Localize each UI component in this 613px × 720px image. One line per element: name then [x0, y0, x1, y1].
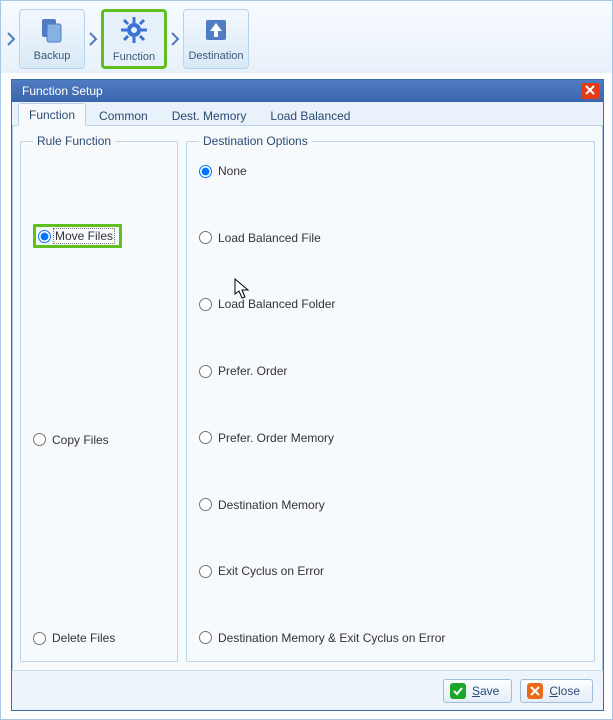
radio-label: Prefer. Order Memory	[218, 431, 334, 445]
breadcrumb-function[interactable]: Function	[101, 9, 167, 69]
radio-label: Destination Memory & Exit Cyclus on Erro…	[218, 631, 445, 645]
dialog-tabs: Function Common Dest. Memory Load Balanc…	[12, 102, 603, 126]
tab-dest-memory[interactable]: Dest. Memory	[161, 104, 258, 126]
radio-label: Move Files	[53, 228, 115, 244]
radio-input[interactable]	[199, 231, 212, 244]
radio-dest-prefer-order[interactable]: Prefer. Order	[199, 364, 584, 378]
group-legend: Rule Function	[33, 134, 115, 148]
radio-dest-destination-memory[interactable]: Destination Memory	[199, 498, 584, 512]
chevron-right-icon	[5, 9, 17, 69]
radio-input[interactable]	[38, 230, 51, 243]
breadcrumb-backup[interactable]: Backup	[19, 9, 85, 69]
breadcrumb-label: Destination	[188, 50, 243, 62]
radio-input[interactable]	[199, 498, 212, 511]
radio-dest-lb-folder[interactable]: Load Balanced Folder	[199, 297, 584, 311]
upload-icon	[202, 16, 230, 47]
tab-label: Load Balanced	[270, 109, 350, 123]
tab-common[interactable]: Common	[88, 104, 159, 126]
dialog-title: Function Setup	[22, 84, 103, 98]
tab-label: Function	[29, 108, 75, 122]
radio-label: Delete Files	[52, 631, 115, 645]
radio-move-files[interactable]: Move Files	[33, 224, 167, 248]
copy-icon	[38, 16, 66, 47]
tab-load-balanced[interactable]: Load Balanced	[259, 104, 361, 126]
app-root: Backup Function	[0, 0, 613, 720]
radio-dest-none[interactable]: None	[199, 164, 584, 178]
radio-input[interactable]	[199, 565, 212, 578]
gear-icon	[119, 15, 149, 48]
group-legend: Destination Options	[199, 134, 312, 148]
button-label: Close	[549, 684, 580, 698]
radio-input[interactable]	[33, 632, 46, 645]
dialog-footer: Save Close	[12, 670, 603, 710]
tab-label: Common	[99, 109, 148, 123]
radio-label: Load Balanced Folder	[218, 297, 335, 311]
dialog-titlebar: Function Setup	[12, 80, 603, 102]
chevron-right-icon	[87, 9, 99, 69]
tab-function[interactable]: Function	[18, 103, 86, 126]
close-icon	[585, 84, 595, 98]
radio-label: Load Balanced File	[218, 231, 321, 245]
breadcrumb-destination[interactable]: Destination	[183, 9, 249, 69]
radio-dest-exit-cyclus[interactable]: Exit Cyclus on Error	[199, 564, 584, 578]
radio-dest-memory-exit-cyclus[interactable]: Destination Memory & Exit Cyclus on Erro…	[199, 631, 584, 645]
rule-function-options: Move Files Copy Files Delete Files	[33, 158, 167, 651]
radio-input[interactable]	[199, 165, 212, 178]
radio-label: None	[218, 164, 247, 178]
check-icon	[450, 683, 466, 699]
dialog-close-button[interactable]	[581, 83, 599, 99]
radio-label: Prefer. Order	[218, 364, 287, 378]
radio-label: Destination Memory	[218, 498, 325, 512]
radio-delete-files[interactable]: Delete Files	[33, 631, 167, 645]
save-button[interactable]: Save	[443, 679, 512, 703]
radio-input[interactable]	[199, 298, 212, 311]
tab-label: Dest. Memory	[172, 109, 247, 123]
function-setup-dialog: Function Setup Function Common Dest. Mem…	[11, 79, 604, 711]
destination-options-group: Destination Options None Load Balanced F…	[186, 134, 595, 662]
destination-options: None Load Balanced File Load Balanced Fo…	[199, 158, 584, 651]
breadcrumb-label: Function	[113, 51, 155, 63]
rule-function-group: Rule Function Move Files Copy Files	[20, 134, 178, 662]
radio-input[interactable]	[199, 631, 212, 644]
close-icon	[527, 683, 543, 699]
breadcrumb-label: Backup	[34, 50, 71, 62]
highlight-box: Move Files	[33, 224, 122, 248]
radio-input[interactable]	[199, 365, 212, 378]
radio-input[interactable]	[199, 431, 212, 444]
radio-copy-files[interactable]: Copy Files	[33, 433, 167, 447]
chevron-right-icon	[169, 9, 181, 69]
button-label: Save	[472, 684, 499, 698]
close-button[interactable]: Close	[520, 679, 593, 703]
radio-dest-lb-file[interactable]: Load Balanced File	[199, 231, 584, 245]
radio-input[interactable]	[33, 433, 46, 446]
dialog-body: Rule Function Move Files Copy Files	[12, 126, 603, 670]
radio-dest-prefer-order-memory[interactable]: Prefer. Order Memory	[199, 431, 584, 445]
wizard-breadcrumb: Backup Function	[1, 1, 612, 73]
radio-label: Copy Files	[52, 433, 109, 447]
radio-label: Exit Cyclus on Error	[218, 564, 324, 578]
